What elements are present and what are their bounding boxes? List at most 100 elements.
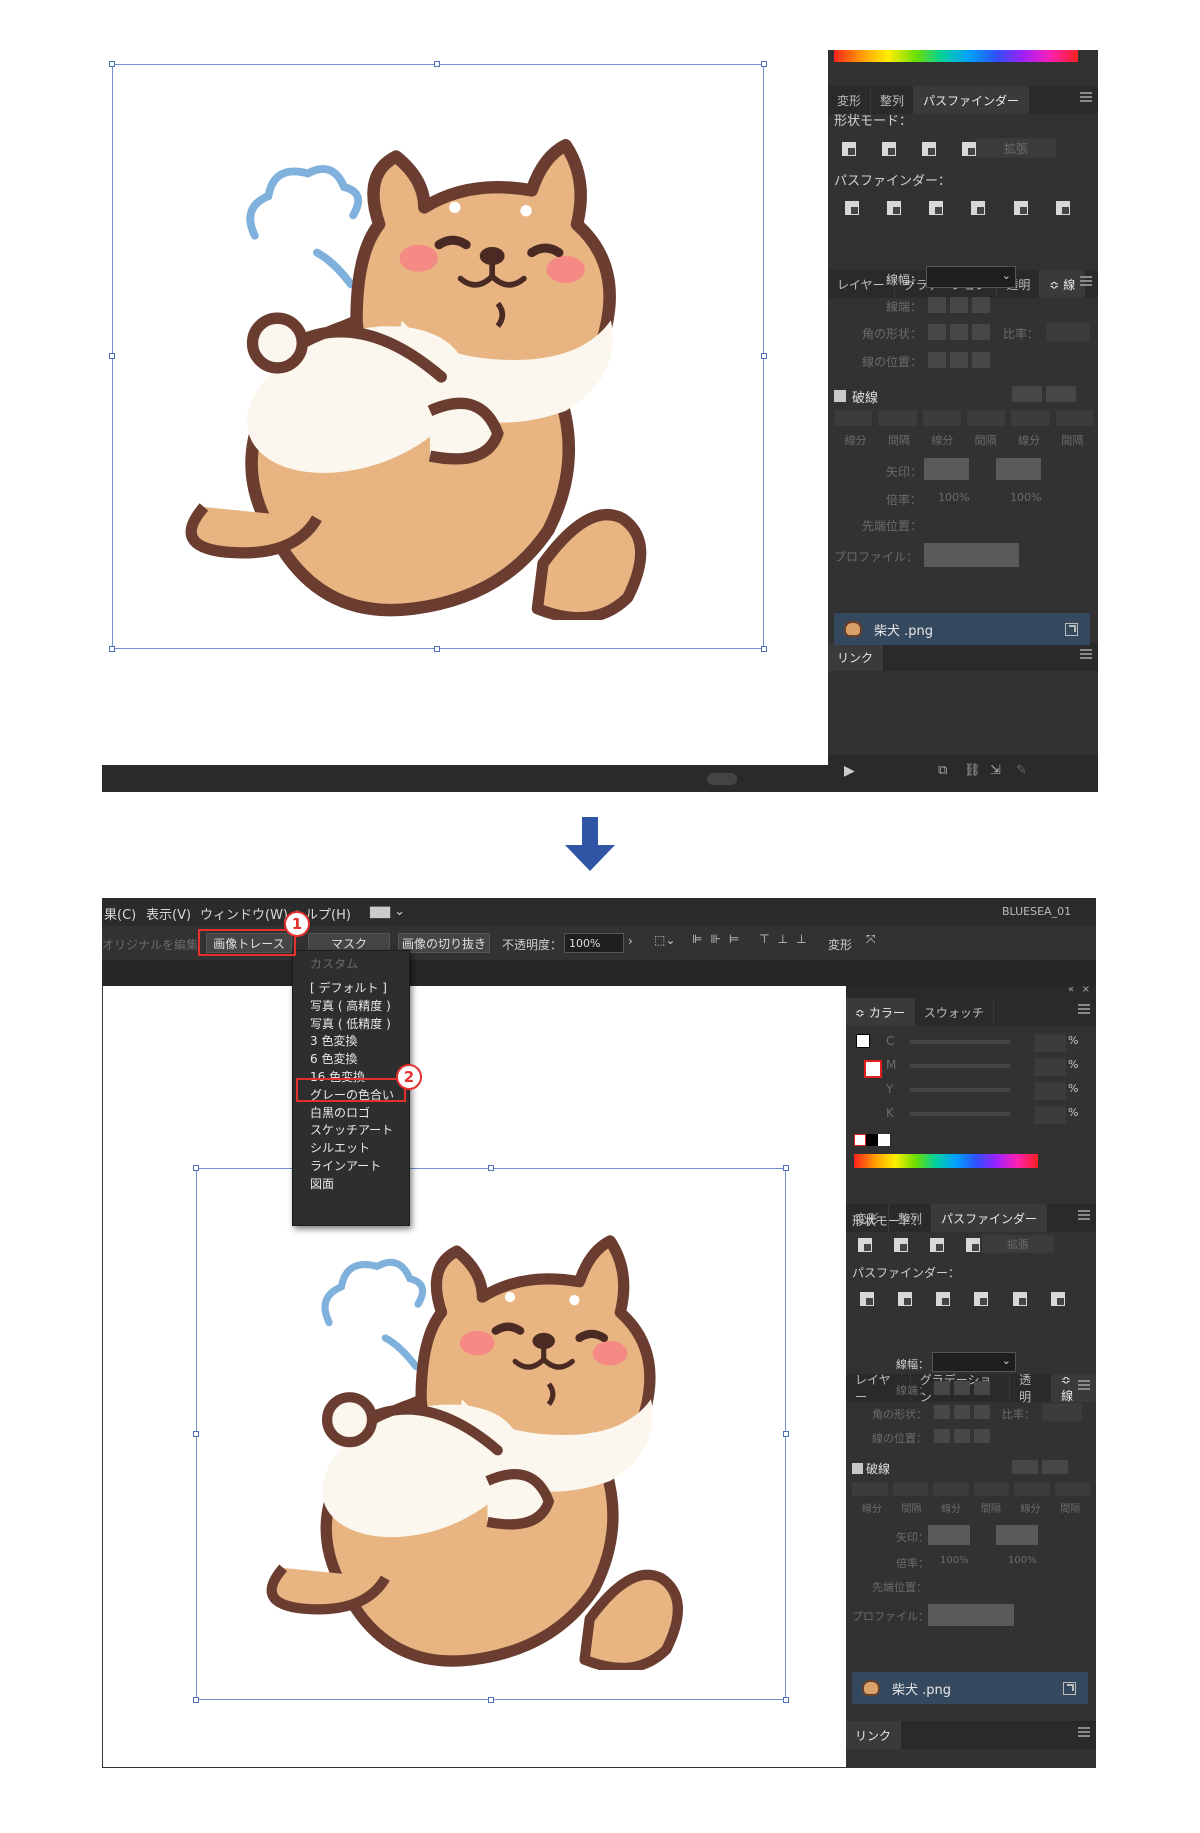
collapse-icon[interactable]: « (1068, 984, 1074, 995)
dropdown-item[interactable]: 白黒のロゴ (293, 1105, 409, 1123)
panel-menu-icon[interactable] (1080, 649, 1092, 659)
dash-corner-icon[interactable] (1042, 1460, 1069, 1474)
cmyk-value-field[interactable] (1034, 1034, 1066, 1052)
stroke-weight-field[interactable]: ⌄ (926, 266, 1016, 288)
dashed-checkbox[interactable] (834, 390, 846, 402)
dash-corner-icon[interactable] (1012, 386, 1042, 402)
arrow-end-select[interactable] (996, 458, 1041, 480)
goto-link-icon[interactable]: ⛓ (964, 763, 981, 778)
crop-icon[interactable] (971, 201, 986, 215)
dash-field[interactable] (1011, 410, 1050, 426)
dash-field[interactable] (852, 1482, 888, 1496)
chevron-down-icon[interactable]: ⌄ (1002, 269, 1011, 282)
cap-icon[interactable] (950, 297, 969, 313)
link-item[interactable]: 柴犬 .png (834, 613, 1090, 645)
unite-icon[interactable] (842, 142, 856, 156)
close-icon[interactable]: × (1082, 984, 1090, 995)
expand-button[interactable]: 拡張 (976, 138, 1056, 158)
cap-icon[interactable] (974, 1381, 991, 1395)
handle[interactable] (193, 1165, 199, 1171)
gap-field[interactable] (892, 1482, 928, 1496)
tab-color[interactable]: ≎ カラー (846, 998, 915, 1026)
minus-back-icon[interactable] (1050, 1292, 1065, 1306)
dropdown-item[interactable]: 写真 ( 高精度 ) (293, 998, 409, 1016)
dropdown-item[interactable]: 図面 (293, 1176, 409, 1194)
minus-front-icon[interactable] (894, 1238, 909, 1252)
chevron-right-icon[interactable]: › (628, 934, 633, 948)
corner-icon[interactable] (934, 1405, 950, 1419)
tab-swatches[interactable]: スウォッチ (915, 998, 994, 1026)
handle[interactable] (783, 1697, 789, 1703)
corner-icon[interactable] (972, 324, 991, 340)
panel-collapse-strip[interactable]: « × (846, 984, 1096, 998)
trim-icon[interactable] (887, 201, 902, 215)
color-spectrum[interactable] (834, 50, 1078, 62)
scale-end[interactable]: 100% (1008, 1555, 1037, 1566)
cmyk-slider[interactable] (910, 1064, 1010, 1068)
outline-icon[interactable] (1013, 201, 1028, 215)
merge-icon[interactable] (936, 1292, 951, 1306)
arrow-end-select[interactable] (996, 1525, 1038, 1545)
stroke-weight-field[interactable]: ⌄ (932, 1352, 1016, 1372)
corner-icon[interactable] (974, 1405, 991, 1419)
minus-front-icon[interactable] (882, 142, 897, 156)
dash-field[interactable] (1014, 1482, 1050, 1496)
align-stroke-icon[interactable] (934, 1429, 950, 1443)
merge-icon[interactable] (929, 201, 944, 215)
cmyk-slider[interactable] (910, 1112, 1010, 1116)
workspace-name[interactable]: BLUESEA_01 (1002, 905, 1071, 918)
corner-icon[interactable] (950, 324, 969, 340)
gap-field[interactable] (878, 410, 917, 426)
link-item[interactable]: 柴犬 .png (852, 1672, 1088, 1704)
handle[interactable] (488, 1697, 494, 1703)
tab-pathfinder[interactable]: パスファインダー (914, 86, 1030, 114)
none-black-white-swatches[interactable] (854, 1134, 890, 1146)
trim-icon[interactable] (898, 1292, 913, 1306)
cap-icon[interactable] (934, 1381, 950, 1395)
handle[interactable] (193, 1431, 199, 1437)
minus-back-icon[interactable] (1055, 201, 1070, 215)
handle[interactable] (193, 1697, 199, 1703)
handle[interactable] (761, 61, 767, 67)
cmyk-value-field[interactable] (1034, 1106, 1066, 1124)
handle[interactable] (434, 646, 440, 652)
gap-field[interactable] (1055, 410, 1094, 426)
profile-select[interactable] (924, 543, 1019, 567)
color-spectrum[interactable] (854, 1154, 1038, 1168)
ratio-field[interactable] (1046, 322, 1090, 342)
cap-icon[interactable] (928, 297, 946, 313)
tab-transparency[interactable]: 透明 (1010, 1373, 1053, 1404)
expand-button[interactable]: 拡張 (982, 1235, 1054, 1253)
dropdown-item[interactable]: [ デフォルト ] (293, 980, 409, 998)
profile-select[interactable] (928, 1604, 1014, 1626)
dropdown-item[interactable]: ラインアート (293, 1158, 409, 1176)
handle[interactable] (783, 1431, 789, 1437)
isolate-icon[interactable]: ⤧ (866, 932, 876, 947)
menu-effect[interactable]: 果(C) (104, 904, 136, 923)
dash-field[interactable] (834, 410, 873, 426)
dropdown-item[interactable]: 6 色変換 (293, 1051, 409, 1069)
chevron-down-icon[interactable]: ⌄ (1002, 1354, 1011, 1367)
cmyk-value-field[interactable] (1034, 1082, 1066, 1100)
dashed-checkbox[interactable] (852, 1463, 863, 1474)
unite-icon[interactable] (858, 1238, 872, 1252)
dash-corner-icon[interactable] (1046, 386, 1077, 402)
update-link-icon[interactable]: ⇲ (990, 763, 1001, 778)
dash-field[interactable] (933, 1482, 969, 1496)
cmyk-slider[interactable] (910, 1088, 1010, 1092)
exclude-icon[interactable] (962, 142, 977, 156)
handle[interactable] (109, 646, 115, 652)
dropdown-item[interactable]: 3 色変換 (293, 1033, 409, 1051)
panel-menu-icon[interactable] (1078, 1380, 1090, 1390)
corner-icon[interactable] (928, 324, 946, 340)
dash-corner-icon[interactable] (1012, 1460, 1038, 1474)
panel-menu-icon[interactable] (1078, 1004, 1090, 1014)
handle[interactable] (761, 646, 767, 652)
edit-original-icon[interactable]: ✎ (1016, 763, 1027, 778)
arrow-start-select[interactable] (928, 1525, 970, 1545)
arrow-start-select[interactable] (924, 458, 969, 480)
cmyk-value-field[interactable] (1034, 1058, 1066, 1076)
fill-stroke-icon[interactable] (856, 1034, 886, 1078)
handle[interactable] (783, 1165, 789, 1171)
edit-original-link[interactable]: オリジナルを編集 (102, 936, 198, 953)
